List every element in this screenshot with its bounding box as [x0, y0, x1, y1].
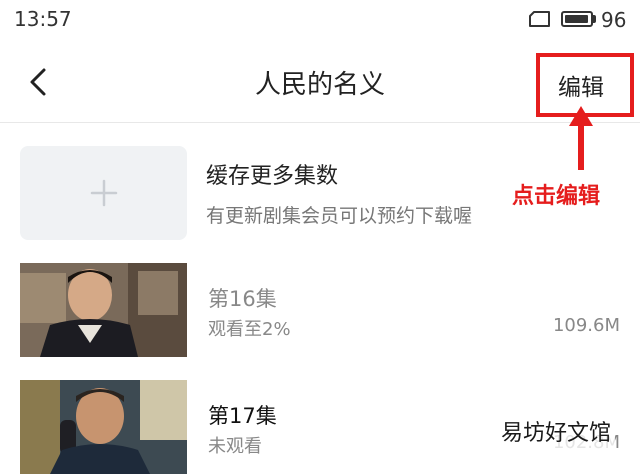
episode-file-size: 109.6M: [552, 315, 620, 336]
episode-watch-status: 观看至2%: [208, 319, 291, 340]
annotation-arrow-icon: [569, 106, 593, 170]
episode-thumbnail: [20, 263, 187, 357]
cache-more-title[interactable]: 缓存更多集数: [206, 158, 338, 190]
battery-fill: [565, 15, 588, 23]
status-bar: 13:57 96: [0, 0, 640, 42]
watermark: 易坊好文馆: [497, 413, 616, 449]
annotation-text: 点击编辑: [512, 184, 601, 209]
battery-icon: [561, 11, 593, 27]
episode-title: 第17集: [208, 404, 277, 428]
status-time: 13:57: [14, 7, 72, 31]
plus-icon: [90, 179, 118, 207]
episode-watch-status: 未观看: [208, 436, 262, 457]
episode-row[interactable]: 第16集 观看至2% 109.6M: [0, 263, 640, 359]
cache-more-thumbnail[interactable]: [20, 146, 187, 240]
battery-tip: [593, 15, 596, 23]
sim-card-icon: [529, 11, 550, 27]
episode-title: 第16集: [208, 287, 277, 311]
battery-level: 96: [601, 8, 627, 32]
episode-thumbnail-image: [20, 263, 187, 357]
cache-more-subtitle: 有更新剧集会员可以预约下载喔: [206, 205, 473, 227]
